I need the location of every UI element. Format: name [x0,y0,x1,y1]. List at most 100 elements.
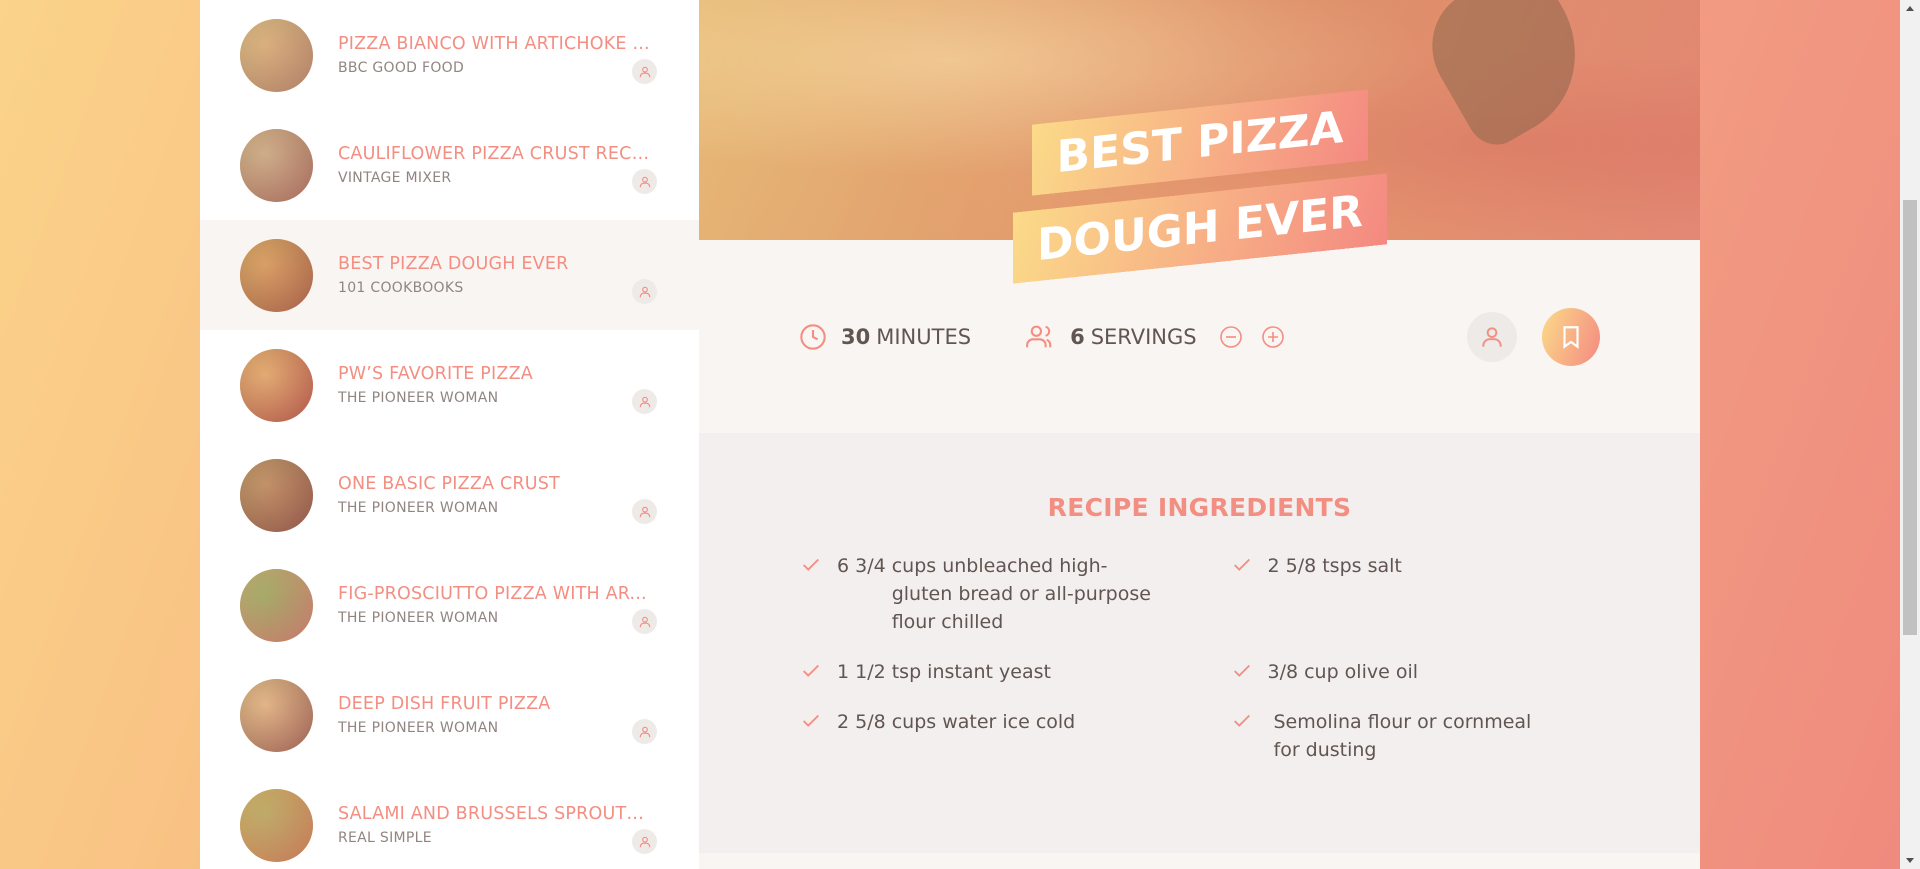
scroll-down-arrow-icon[interactable] [1900,852,1920,869]
check-icon [803,664,819,677]
users-icon [1026,325,1052,347]
result-thumbnail [240,788,313,862]
result-title: Salami and Brussels Sprouts... [338,804,653,824]
result-title: Fig-Prosciutto Pizza with Ar... [338,584,647,604]
ingredients-heading: Recipe ingredients [1047,493,1352,522]
result-item[interactable]: Pizza bianco with artichoke ... BBC Good… [200,0,699,110]
ingredient-item: 1 1/2 tsp instant yeast [799,658,1170,686]
servings-unit: servings [1090,324,1197,349]
result-item[interactable]: Best Pizza Dough Ever 101 Cookbooks [200,220,699,330]
result-publisher: Vintage Mixer [338,170,452,186]
result-item[interactable]: PW’s Favorite Pizza The Pioneer Woman [200,330,699,440]
result-title: One Basic Pizza Crust [338,474,560,494]
result-publisher: The Pioneer Woman [338,610,499,626]
ingredient-description: tsp instant yeast [891,661,1051,683]
result-thumbnail [240,348,313,422]
result-thumbnail [240,238,313,312]
check-icon [1233,558,1250,571]
user-generated-badge [632,279,657,304]
user-icon [1482,326,1502,347]
check-icon [803,714,819,727]
result-text: Cauliflower Pizza Crust Reci... Vintage … [338,144,659,186]
result-thumbnail [240,458,313,532]
check-icon [1233,664,1250,677]
ingredient-quantity: 2 5/8 [1267,555,1317,577]
ingredient-description: cups unbleached high-gluten bread or all… [891,555,1151,633]
minus-circle-icon[interactable] [1219,325,1243,349]
result-text: One Basic Pizza Crust The Pioneer Woman [338,474,659,516]
user-icon [639,616,650,627]
user-generated-badge [632,389,657,414]
user-generated-badge [632,169,657,194]
user-generated-badge [632,499,657,524]
cooking-time-value: 30 [841,324,871,349]
ingredient-description: tsps salt [1322,555,1402,577]
plus-circle-icon[interactable] [1261,325,1285,349]
recipe-title-text: Best Pizza Dough Ever [1012,89,1387,284]
result-publisher: Real Simple [338,830,432,846]
user-generated-badge [632,609,657,634]
result-title: Best Pizza Dough Ever [338,254,569,274]
result-thumbnail [240,18,313,92]
page-scrollbar[interactable] [1900,0,1920,869]
user-icon [639,176,650,187]
servings: 6 servings [1026,323,1299,351]
cooking-time: 30 minutes [799,323,971,351]
ingredient-quantity: 6 3/4 [837,555,886,577]
user-icon [639,726,650,737]
scrollbar-thumb[interactable] [1903,200,1917,635]
result-text: Fig-Prosciutto Pizza with Ar... The Pion… [338,584,659,626]
result-text: Salami and Brussels Sprouts... Real Simp… [338,804,659,846]
result-publisher: The Pioneer Woman [338,500,499,516]
result-publisher: 101 Cookbooks [338,280,464,296]
result-publisher: The Pioneer Woman [338,720,499,736]
user-generated-badge [1467,311,1517,362]
bookmark-button[interactable] [1542,307,1600,366]
ingredient-item: 3/8 cup olive oil [1230,658,1601,686]
ingredient-item: 2 5/8 cups water ice cold [799,708,1170,764]
result-title: Pizza bianco with artichoke ... [338,34,650,54]
user-icon [639,286,650,297]
check-icon [1233,714,1250,727]
ingredient-list: 6 3/4 cups unbleached high-gluten bread … [799,552,1600,764]
result-text: PW’s Favorite Pizza The Pioneer Woman [338,364,659,406]
result-publisher: The Pioneer Woman [338,390,499,406]
result-item[interactable]: Fig-Prosciutto Pizza with Ar... The Pion… [200,550,699,660]
ingredient-quantity: 2 5/8 [837,711,886,733]
search-results: Pizza bianco with artichoke ... BBC Good… [200,0,699,869]
result-title: PW’s Favorite Pizza [338,364,533,384]
result-item[interactable]: Deep Dish Fruit Pizza The Pioneer Woman [200,660,699,770]
result-text: Pizza bianco with artichoke ... BBC Good… [338,34,659,76]
ingredient-item: 2 5/8 tsps salt [1230,552,1601,636]
ingredient-item: 6 3/4 cups unbleached high-gluten bread … [799,552,1170,636]
check-icon [803,558,819,571]
result-title: Cauliflower Pizza Crust Reci... [338,144,653,164]
ingredient-quantity: 1 1/2 [837,661,886,683]
recipe-ingredients: Recipe ingredients 6 3/4 cups unbleached… [699,433,1700,853]
clock-icon [800,323,826,350]
scroll-up-arrow-icon[interactable] [1900,0,1920,17]
result-title: Deep Dish Fruit Pizza [338,694,551,714]
result-thumbnail [240,678,313,752]
result-thumbnail [240,128,313,202]
user-generated-badge [632,829,657,854]
app-container: Pizza bianco with artichoke ... BBC Good… [200,0,1700,869]
result-item[interactable]: Cauliflower Pizza Crust Reci... Vintage … [200,110,699,220]
user-icon [639,506,650,517]
ingredient-quantity: 3/8 [1267,661,1299,683]
servings-controls [1215,325,1299,349]
ingredient-item: Semolina flour or cornmeal for dusting [1230,708,1601,764]
ingredient-description: cup olive oil [1304,661,1419,683]
result-publisher: BBC Good Food [338,60,465,76]
cooking-time-unit: minutes [876,324,972,349]
servings-value: 6 [1070,324,1085,349]
user-icon [639,836,650,847]
user-icon [639,396,650,407]
result-thumbnail [240,568,313,642]
result-item[interactable]: One Basic Pizza Crust The Pioneer Woman [200,440,699,550]
ingredient-description: cups water ice cold [891,711,1076,733]
result-text: Deep Dish Fruit Pizza The Pioneer Woman [338,694,659,736]
result-item[interactable]: Salami and Brussels Sprouts... Real Simp… [200,770,699,869]
bookmark-icon [1563,325,1579,349]
result-text: Best Pizza Dough Ever 101 Cookbooks [338,254,659,296]
